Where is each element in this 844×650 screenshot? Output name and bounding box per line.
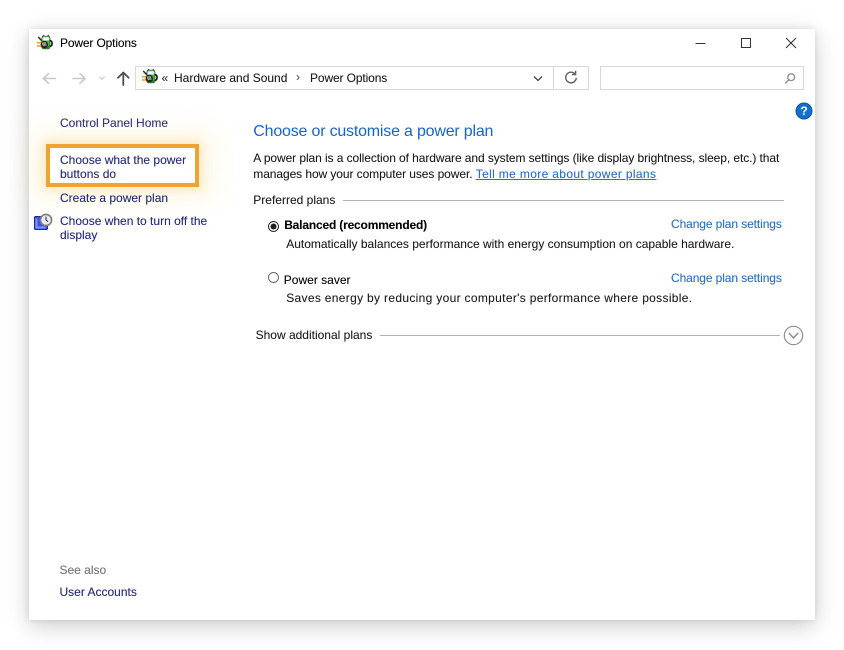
svg-text:?: ? [800,104,807,118]
